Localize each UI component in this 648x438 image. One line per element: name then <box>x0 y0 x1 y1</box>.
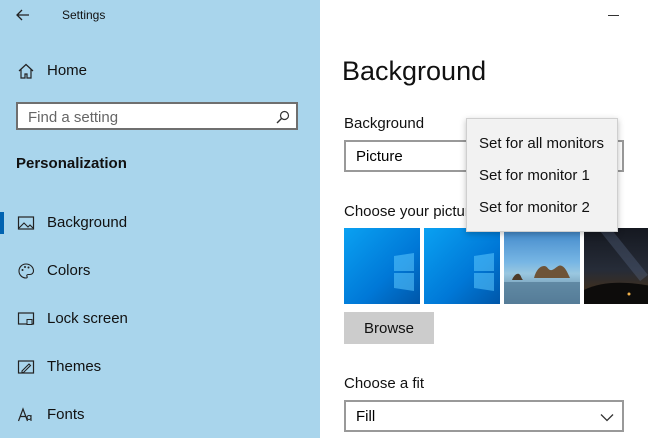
sidebar-item-colors[interactable]: Colors <box>0 250 320 290</box>
sidebar-item-label: Themes <box>47 358 102 375</box>
title-bar: Settings <box>0 0 320 30</box>
picture-thumbnail[interactable] <box>424 228 500 304</box>
page-title: Background <box>342 56 487 86</box>
menu-item-set-monitor-2[interactable]: Set for monitor 2 <box>467 191 617 223</box>
sidebar-item-label: Background <box>47 214 128 231</box>
back-button[interactable] <box>10 3 36 27</box>
palette-icon <box>18 263 35 279</box>
beach-rocks-image <box>504 265 580 304</box>
home-label: Home <box>47 62 88 79</box>
lock-screen-icon <box>17 312 35 325</box>
sidebar-item-home[interactable]: Home <box>0 54 320 88</box>
choose-fit-label: Choose a fit <box>344 375 425 392</box>
choose-picture-label: Choose your picture <box>344 203 466 220</box>
windows-logo-icon <box>474 253 494 291</box>
background-type-value: Picture <box>356 148 403 165</box>
picture-thumbnail[interactable] <box>584 228 648 304</box>
sidebar-item-label: Fonts <box>47 406 85 423</box>
search-input[interactable]: Find a setting <box>16 102 298 130</box>
sidebar-item-lock-screen[interactable]: Lock screen <box>0 298 320 338</box>
windows-logo-icon <box>394 253 414 291</box>
menu-item-set-all-monitors[interactable]: Set for all monitors <box>467 127 617 159</box>
monitor-context-menu: Set for all monitors Set for monitor 1 S… <box>466 118 618 232</box>
browse-button[interactable]: Browse <box>344 312 434 344</box>
sidebar-item-themes[interactable]: Themes <box>0 346 320 386</box>
choose-fit-dropdown[interactable]: Fill <box>344 400 624 432</box>
sidebar-item-label: Colors <box>47 262 91 279</box>
fonts-icon <box>17 407 32 422</box>
section-title: Personalization <box>16 155 127 172</box>
selection-indicator <box>0 212 4 234</box>
arrow-left-icon <box>16 9 29 21</box>
search-placeholder: Find a setting <box>28 109 119 126</box>
minimize-button[interactable] <box>604 6 626 24</box>
chevron-down-icon <box>600 414 614 422</box>
night-sky-image <box>584 228 648 304</box>
themes-icon <box>17 360 35 374</box>
menu-item-label: Set for all monitors <box>479 135 605 152</box>
picture-thumbnail[interactable] <box>504 228 580 304</box>
menu-item-label: Set for monitor 1 <box>479 167 590 184</box>
window-title: Settings <box>62 8 106 22</box>
search-icon <box>276 110 290 124</box>
picture-icon <box>17 216 35 230</box>
sidebar-item-fonts[interactable]: Fonts <box>0 394 320 434</box>
menu-item-label: Set for monitor 2 <box>479 199 590 216</box>
menu-item-set-monitor-1[interactable]: Set for monitor 1 <box>467 159 617 191</box>
home-icon <box>18 63 34 79</box>
sidebar-item-label: Lock screen <box>47 310 128 327</box>
background-label: Background <box>344 115 425 132</box>
sidebar-item-background[interactable]: Background <box>0 202 320 242</box>
picture-thumbnail[interactable] <box>344 228 420 304</box>
fit-value: Fill <box>356 408 376 425</box>
sidebar: Settings Home Find a setting Personaliza… <box>0 0 320 438</box>
